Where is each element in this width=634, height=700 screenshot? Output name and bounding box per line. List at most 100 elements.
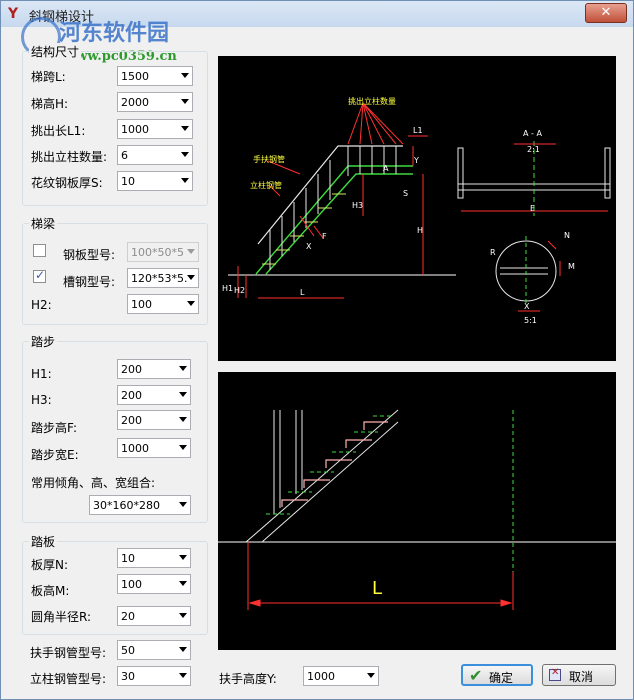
post-pipe-label: 立柱钢管型号: (30, 672, 107, 686)
chevron-down-icon (181, 73, 189, 78)
dim-A: A (383, 164, 389, 173)
plate-type-label: 钢板型号: (63, 248, 116, 262)
dim-H2: H2 (234, 286, 246, 295)
dialog-window: Y 斜钢梯设计 ✕ 河东软件园 www.pc0359.cn 结构尺寸 梯跨L: … (0, 0, 634, 700)
ok-button[interactable]: ✔ 确定 (461, 664, 533, 686)
chevron-down-icon (179, 647, 187, 652)
posts-note: 挑出立柱数量 (348, 97, 396, 106)
handrail-pipe-combo[interactable]: 50 (117, 640, 191, 660)
chevron-down-icon (179, 417, 187, 422)
chevron-down-icon (187, 301, 195, 306)
plate-type-checkbox[interactable] (33, 244, 46, 257)
dim-F: F (322, 232, 327, 241)
handrail-pipe-label: 扶手钢管型号: (30, 646, 107, 660)
chevron-down-icon (187, 275, 195, 280)
dim-S: S (403, 189, 409, 198)
chevron-down-icon (181, 178, 189, 183)
overhang-combo[interactable]: 1000 (117, 119, 193, 139)
step-width-label: 踏步宽E: (31, 448, 79, 462)
span-label: 梯跨L: (31, 70, 66, 84)
dim-E: E (530, 204, 536, 213)
chevron-down-icon (179, 366, 187, 371)
detail-N: N (564, 231, 570, 240)
height-combo[interactable]: 2000 (117, 92, 193, 112)
plate-type-combo[interactable]: 100*50*5 (127, 242, 199, 262)
stair-preview-drawing: L (218, 372, 616, 650)
handrail-height-label: 扶手高度Y: (219, 672, 277, 686)
structure-group-title: 结构尺寸 (29, 43, 82, 60)
dim-L1: L1 (413, 126, 423, 135)
step-height-combo[interactable]: 200 (117, 410, 191, 430)
chevron-down-icon (181, 126, 189, 131)
checkmark-icon: ✔ (469, 666, 483, 685)
h3-combo[interactable]: 200 (117, 385, 191, 405)
post-pipe-note: 立柱钢管 (250, 181, 282, 190)
chevron-down-icon (179, 555, 187, 560)
cancel-icon: ✕ (549, 667, 561, 681)
chevron-down-icon (187, 249, 195, 254)
detail-M: M (568, 262, 575, 271)
common-combo-select[interactable]: 30*160*280 (89, 495, 191, 515)
common-combo-label: 常用倾角、高、宽组合: (31, 476, 156, 490)
post-count-label: 挑出立柱数量: (31, 150, 108, 164)
fillet-radius-combo[interactable]: 20 (117, 606, 191, 626)
chevron-down-icon (179, 445, 187, 450)
dim-Y: Y (414, 156, 419, 165)
step-group-title: 踏步 (29, 333, 58, 350)
chevron-down-icon (179, 581, 187, 586)
height-label: 梯高H: (31, 97, 69, 111)
dim-L: L (300, 288, 305, 297)
h1-label: H1: (31, 367, 52, 381)
plate-m-combo[interactable]: 100 (117, 574, 191, 594)
h2-combo[interactable]: 100 (127, 294, 199, 314)
chevron-down-icon (179, 392, 187, 397)
post-count-combo[interactable]: 6 (117, 145, 193, 165)
plate-thickness-label: 花纹钢板厚S: (31, 176, 103, 190)
plate-thickness-combo[interactable]: 10 (117, 171, 193, 191)
checkmark-icon: ✓ (35, 268, 46, 282)
dim-X: X (306, 242, 312, 251)
h2-label: H2: (31, 298, 52, 312)
chevron-down-icon (181, 99, 189, 104)
section-scale: 2:1 (527, 145, 540, 154)
channel-type-label: 槽钢型号: (63, 275, 116, 289)
channel-type-combo[interactable]: 120*53*5. (127, 268, 199, 288)
cancel-button[interactable]: ✕ 取消 (542, 664, 616, 686)
h1-combo[interactable]: 200 (117, 359, 191, 379)
step-width-combo[interactable]: 1000 (117, 438, 191, 458)
fillet-radius-label: 圆角半径R: (31, 610, 92, 624)
close-button[interactable]: ✕ (585, 3, 627, 23)
detail-X: X (524, 302, 530, 311)
step-height-label: 踏步高F: (31, 421, 78, 435)
h3-label: H3: (31, 393, 52, 407)
plate-m-label: 板高M: (31, 584, 70, 598)
plate-group: 踏板 板厚N: 10 板高M: 100 圆角半径R: 20 (22, 533, 208, 635)
bottom-dim-L: L (372, 578, 383, 599)
post-pipe-combo[interactable]: 30 (117, 666, 191, 686)
app-icon: Y (8, 6, 19, 22)
channel-type-checkbox[interactable]: ✓ (33, 268, 46, 283)
dim-H1: H1 (222, 284, 234, 293)
chevron-down-icon (179, 502, 187, 507)
chevron-down-icon (179, 613, 187, 618)
structure-group: 结构尺寸 梯跨L: 1500 梯高H: 2000 挑出长L1: 1000 挑出立… (22, 43, 208, 206)
plate-group-title: 踏板 (29, 533, 58, 550)
beam-group: 梯梁 钢板型号: 100*50*5 ✓ 槽钢型号: 120*53*5. H2: … (22, 215, 208, 325)
chevron-down-icon (367, 673, 375, 678)
chevron-down-icon (181, 152, 189, 157)
plate-n-label: 板厚N: (31, 558, 69, 572)
stair-elevation-drawing: 挑出立柱数量 手扶钢管 立柱钢管 L1 Y S A H3 H F X H1 H2… (218, 56, 616, 361)
handrail-height-combo[interactable]: 1000 (303, 666, 379, 686)
detail-R: R (490, 248, 496, 257)
dim-H: H (417, 226, 424, 235)
span-combo[interactable]: 1500 (117, 66, 193, 86)
section-label: A - A (523, 129, 542, 138)
dim-H3: H3 (352, 201, 364, 210)
step-group: 踏步 H1: 200 H3: 200 踏步高F: 200 踏步宽E: 1000 … (22, 333, 208, 523)
plate-n-combo[interactable]: 10 (117, 548, 191, 568)
overhang-label: 挑出长L1: (31, 124, 86, 138)
chevron-down-icon (179, 673, 187, 678)
beam-group-title: 梯梁 (29, 215, 58, 232)
detail-scale: 5:1 (524, 316, 537, 325)
handrail-pipe-note: 手扶钢管 (253, 155, 285, 164)
